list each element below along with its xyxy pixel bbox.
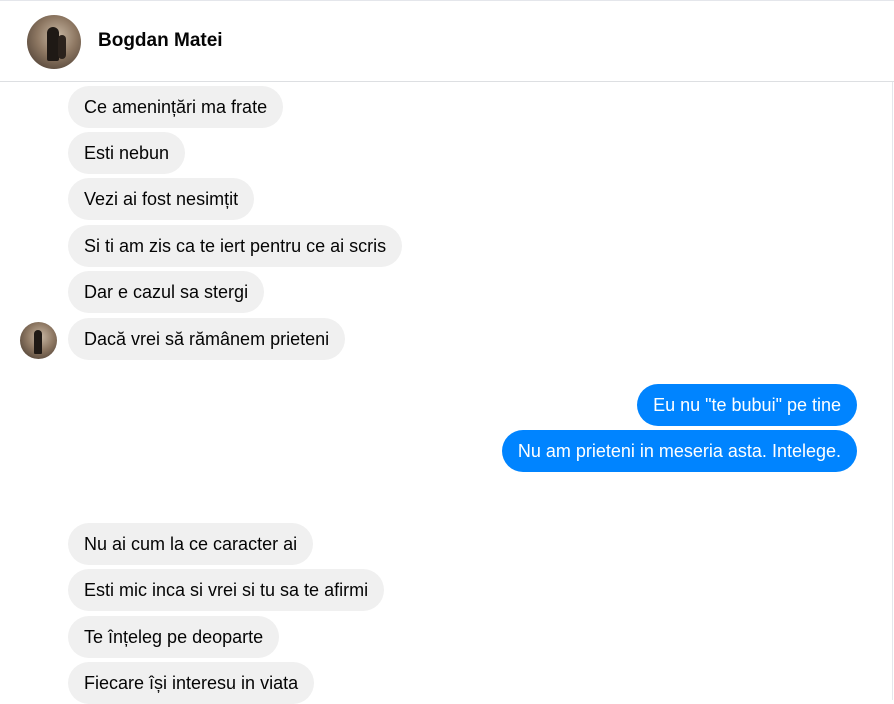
outgoing-message[interactable]: Nu am prieteni in meseria asta. Intelege… [501, 430, 857, 472]
incoming-message[interactable]: Nu ai cum la ce caracter ai [68, 523, 314, 565]
message-thread[interactable]: Ce amenințări ma frate Esti nebun Vezi a… [0, 82, 894, 704]
incoming-message[interactable]: Ce amenințări ma frate [68, 86, 284, 128]
outgoing-message[interactable]: Eu nu "te bubui" pe tine [637, 384, 857, 426]
chat-header: Bogdan Matei [0, 0, 894, 82]
incoming-message[interactable]: Dar e cazul sa stergi [68, 271, 265, 313]
chat-window: Bogdan Matei Ce amenințări ma frate Esti… [0, 0, 894, 704]
avatar-figure-shadow [58, 35, 66, 59]
avatar-figure [34, 330, 42, 354]
contact-avatar[interactable] [27, 15, 81, 69]
contact-name[interactable]: Bogdan Matei [98, 30, 223, 52]
incoming-message[interactable]: Esti nebun [68, 132, 186, 174]
incoming-message[interactable]: Fiecare își interesu in viata [68, 662, 315, 704]
incoming-message[interactable]: Esti mic inca si vrei si tu sa te afirmi [68, 569, 385, 611]
incoming-message[interactable]: Te înțeleg pe deoparte [68, 616, 280, 658]
sender-avatar[interactable] [20, 322, 57, 359]
incoming-message[interactable]: Vezi ai fost nesimțit [68, 178, 255, 220]
incoming-message[interactable]: Dacă vrei să rămânem prieteni [68, 318, 346, 360]
incoming-message[interactable]: Si ti am zis ca te iert pentru ce ai scr… [68, 225, 403, 267]
